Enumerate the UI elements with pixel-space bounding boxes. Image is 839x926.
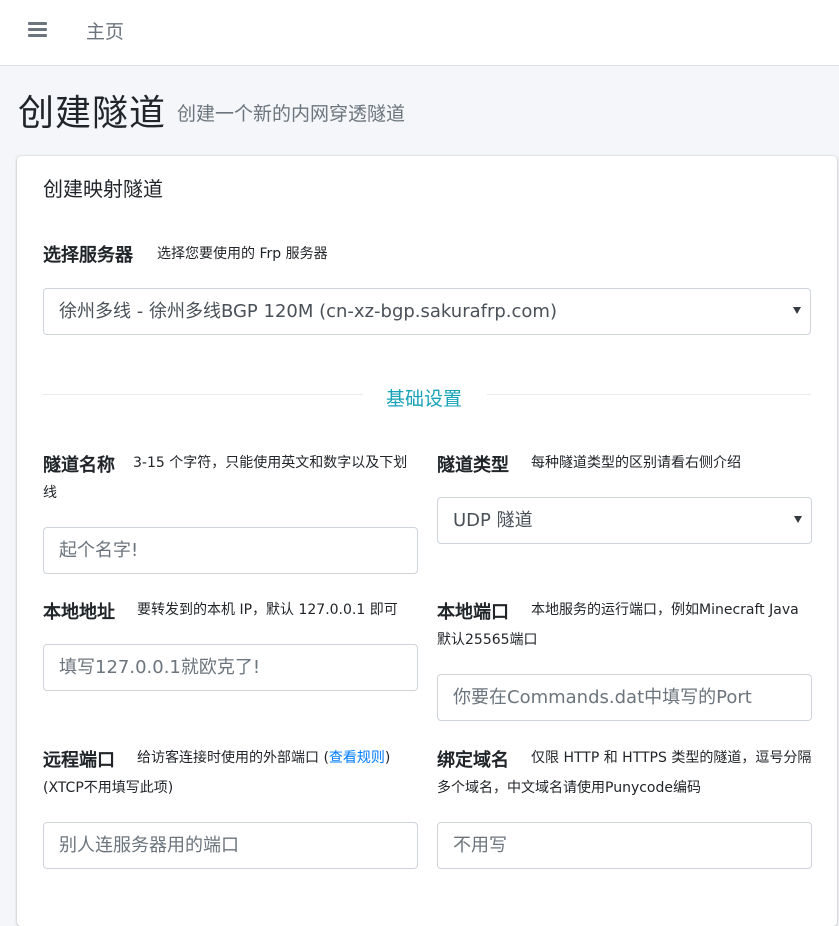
bind-domain-input[interactable]: 不用写 <box>437 822 812 869</box>
chevron-down-icon <box>794 516 802 523</box>
top-navbar: 主页 <box>0 0 839 66</box>
remote-port-hint: 给访客连接时使用的外部端口 (查看规则)(XTCP不用填写此项) <box>43 743 418 803</box>
server-label: 选择服务器 <box>43 245 133 266</box>
tunnel-type-hint: 每种隧道类型的区别请看右侧介绍 <box>531 455 741 471</box>
divider-right <box>487 394 811 395</box>
tunnel-name-input[interactable]: 起个名字! <box>43 527 418 574</box>
server-select[interactable]: 徐州多线 - 徐州多线BGP 120M (cn-xz-bgp.sakurafrp… <box>43 288 811 335</box>
tunnel-type-label: 隧道类型 <box>437 455 509 476</box>
remote-port-input[interactable]: 别人连服务器用的端口 <box>43 822 418 869</box>
remote-port-hint-text: 给访客连接时使用的外部端口 ( <box>137 750 329 766</box>
local-port-hint: 本地服务的运行端口，例如Minecraft Java默认25565端口 <box>437 602 799 648</box>
hamburger-menu-icon[interactable] <box>28 22 47 38</box>
server-hint: 选择您要使用的 Frp 服务器 <box>157 246 328 262</box>
chevron-down-icon <box>793 307 801 314</box>
section-basic-settings: 基础设置 <box>386 388 463 410</box>
local-addr-input[interactable]: 填写127.0.0.1就欧克了! <box>43 644 418 691</box>
divider-left <box>43 394 363 395</box>
page-subtitle: 创建一个新的内网穿透隧道 <box>177 103 406 125</box>
local-addr-hint: 要转发到的本机 IP，默认 127.0.0.1 即可 <box>137 602 398 618</box>
page-title: 创建隧道 <box>18 93 167 134</box>
nav-home-link[interactable]: 主页 <box>86 17 124 44</box>
tunnel-name-hint: 3-15 个字符，只能使用英文和数字以及下划线 <box>43 455 408 501</box>
view-rules-link[interactable]: 查看规则 <box>329 750 385 766</box>
tunnel-type-select-value: UDP 隧道 <box>453 510 533 531</box>
local-addr-label: 本地地址 <box>43 602 115 623</box>
bind-domain-hint: 仅限 HTTP 和 HTTPS 类型的隧道，逗号分隔多个域名，中文域名请使用Pu… <box>437 750 812 796</box>
create-tunnel-card: 创建映射隧道 选择服务器 选择您要使用的 Frp 服务器 徐州多线 - 徐州多线… <box>17 156 837 926</box>
server-select-value: 徐州多线 - 徐州多线BGP 120M (cn-xz-bgp.sakurafrp… <box>59 301 557 322</box>
card-title: 创建映射隧道 <box>43 177 163 201</box>
local-port-input[interactable]: 你要在Commands.dat中填写的Port <box>437 674 812 721</box>
tunnel-type-select[interactable]: UDP 隧道 <box>437 497 812 544</box>
